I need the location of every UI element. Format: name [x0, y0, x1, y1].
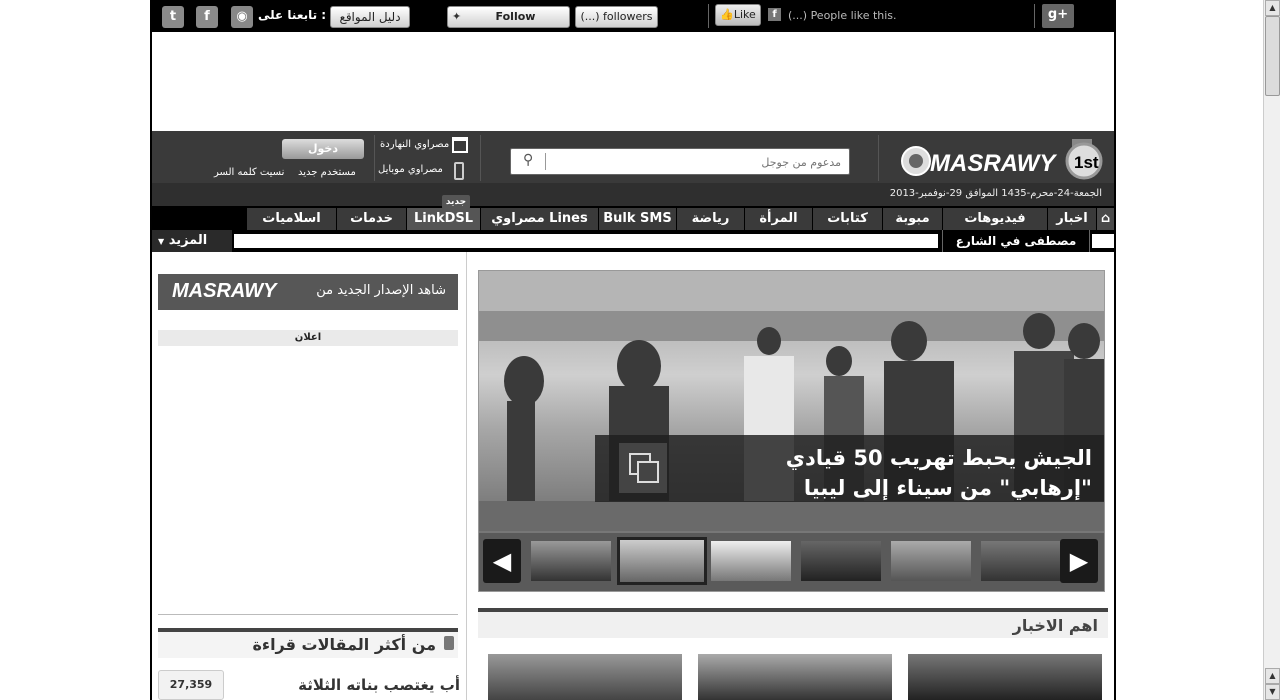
- search-divider: [545, 153, 546, 170]
- award-badge: 1st: [1074, 153, 1099, 172]
- prev-arrow-icon[interactable]: ◀: [483, 539, 521, 583]
- nav-item-linkdsl[interactable]: LinkDSL: [406, 208, 480, 230]
- column-divider: [466, 252, 467, 700]
- forgot-password-link[interactable]: نسيت كلمه السر: [214, 167, 284, 178]
- banner-logo: MASRAWY: [172, 280, 277, 302]
- main-content: MASRAWY شاهد الإصدار الجديد من اعلان من …: [152, 252, 1114, 700]
- facebook-icon[interactable]: f: [196, 6, 218, 28]
- thumbs-up-icon: 👍: [720, 8, 734, 21]
- sub-nav-strip: [234, 234, 938, 248]
- thumbnail[interactable]: [981, 541, 1061, 581]
- new-badge: جديد: [442, 195, 470, 209]
- home-icon[interactable]: ⌂: [1096, 208, 1114, 230]
- rss-icon[interactable]: ◉: [231, 6, 253, 28]
- bird-icon: ✦: [452, 10, 462, 23]
- search-input[interactable]: [551, 153, 841, 171]
- mobile-phone-icon: [454, 162, 464, 180]
- follow-twitter-button[interactable]: ✦ Follow @Masrawy: [447, 6, 570, 43]
- main-nav: ⌂ اخبار فيديوهات مبوبة كتابات المرأة ريا…: [152, 206, 1114, 230]
- featured-photo[interactable]: الجيش يحبط تهريب 50 قيادي "إرهابي" من سي…: [479, 271, 1104, 531]
- site-header: دخول نسيت كلمه السر مستخدم جديد مصراوي ا…: [152, 131, 1114, 206]
- scroll-up-icon[interactable]: ▲: [1265, 668, 1280, 684]
- followers-count: (...) followers: [575, 6, 658, 28]
- next-arrow-icon[interactable]: ▶: [1060, 539, 1098, 583]
- more-label: المزيد: [168, 233, 208, 248]
- masrawy-mobile-link[interactable]: مصراوي موبايل: [378, 164, 443, 175]
- facebook-small-icon: f: [768, 8, 781, 21]
- more-menu-button[interactable]: ▼ المزيد: [152, 230, 232, 252]
- thumbnail[interactable]: [891, 541, 971, 581]
- divider: [1034, 4, 1035, 28]
- page-scrollbar[interactable]: ▲ ▲ ▼: [1263, 0, 1280, 700]
- thumbnail[interactable]: [711, 541, 791, 581]
- scroll-down-icon[interactable]: ▼: [1265, 684, 1280, 700]
- top-bar: t f ◉ تابعنا على : دليل المواقع ✦ Follow…: [152, 0, 1114, 43]
- scroll-up-icon[interactable]: ▲: [1265, 0, 1280, 16]
- like-button[interactable]: 👍Like: [715, 4, 761, 26]
- sub-nav-link[interactable]: مصطفى في الشارع: [942, 230, 1090, 252]
- headline-text: الجيش يحبط تهريب 50 قيادي "إرهابي" من سي…: [785, 446, 1092, 500]
- masrawy-logo[interactable]: MASRAWY 1st: [894, 131, 1114, 189]
- thumbnail[interactable]: [801, 541, 881, 581]
- people-like-text: (...) People like this.: [788, 9, 897, 22]
- gallery-icon[interactable]: [619, 443, 667, 493]
- most-read-header: من أكثر المقالات قراءة: [158, 628, 458, 658]
- nav-item-bulk-sms[interactable]: Bulk SMS: [598, 208, 676, 230]
- like-label: Like: [733, 8, 756, 21]
- page-frame: t f ◉ تابعنا على : دليل المواقع ✦ Follow…: [150, 0, 1116, 700]
- most-read-title: من أكثر المقالات قراءة: [252, 635, 436, 654]
- nav-item-masrawy-lines[interactable]: مصراوي Lines: [480, 208, 598, 230]
- read-count: 27,359: [158, 670, 224, 700]
- divider: [480, 135, 481, 181]
- sites-guide-button[interactable]: دليل المواقع: [330, 6, 410, 28]
- top-news-title: اهم الاخبار: [1012, 616, 1098, 635]
- divider: [374, 135, 375, 181]
- news-thumbnail[interactable]: [698, 654, 892, 700]
- nav-item-sports[interactable]: رياضة: [676, 208, 744, 230]
- masrawy-today-link[interactable]: مصراوي النهاردة: [380, 139, 449, 150]
- nav-item-news[interactable]: اخبار: [1047, 208, 1096, 230]
- google-plus-icon[interactable]: g+: [1042, 4, 1074, 28]
- logo-mark: MASRAWY 1st: [901, 131, 1103, 180]
- thumbnail[interactable]: [531, 541, 611, 581]
- login-label: دخول: [307, 142, 338, 155]
- divider: [878, 135, 879, 181]
- scrollbar-thumb[interactable]: [1265, 16, 1280, 96]
- login-button[interactable]: دخول: [282, 139, 364, 159]
- featured-slider: الجيش يحبط تهريب 50 قيادي "إرهابي" من سي…: [478, 270, 1105, 592]
- nav-item-islamic[interactable]: اسلاميات: [246, 208, 336, 230]
- ads-label: اعلان: [158, 330, 458, 346]
- banner-text: شاهد الإصدار الجديد من: [316, 283, 446, 298]
- top-ad-area: [152, 32, 1114, 131]
- news-thumbnail[interactable]: [488, 654, 682, 700]
- divider: [158, 614, 458, 615]
- calendar-icon: [452, 137, 468, 153]
- nav-item-services[interactable]: خدمات: [336, 208, 406, 230]
- divider: [708, 4, 709, 28]
- sub-nav-strip-end: [1092, 234, 1114, 248]
- thumbnail-active[interactable]: [617, 537, 707, 585]
- sub-nav: ▼ المزيد مصطفى في الشارع: [152, 230, 1114, 252]
- news-thumbnail[interactable]: [908, 654, 1102, 700]
- nav-item-videos[interactable]: فيديوهات: [942, 208, 1047, 230]
- logo-text: MASRAWY: [930, 150, 1057, 177]
- follow-us-label: تابعنا على :: [258, 8, 327, 22]
- nav-item-writings[interactable]: كتابات: [812, 208, 882, 230]
- most-read-article-link[interactable]: أب يغتصب بناته الثلاثة: [232, 676, 460, 694]
- chevron-down-icon: ▼: [158, 237, 165, 246]
- twitter-icon[interactable]: t: [162, 6, 184, 28]
- thumbnail-strip: ◀ ▶: [479, 533, 1104, 591]
- search-icon[interactable]: ⚲: [523, 152, 533, 168]
- header-date: الجمعة-24-محرم-1435 الموافق 29-نوفمبر-20…: [889, 188, 1102, 199]
- nav-item-classifieds[interactable]: مبوبة: [882, 208, 942, 230]
- new-version-banner[interactable]: MASRAWY شاهد الإصدار الجديد من: [158, 274, 458, 310]
- nav-item-women[interactable]: المرأة: [744, 208, 812, 230]
- new-user-link[interactable]: مستخدم جديد: [298, 167, 356, 178]
- mic-icon: [444, 636, 454, 650]
- headline-caption[interactable]: الجيش يحبط تهريب 50 قيادي "إرهابي" من سي…: [595, 435, 1104, 502]
- sub-nav-link-label: مصطفى في الشارع: [955, 234, 1077, 248]
- top-news-header: اهم الاخبار: [478, 608, 1108, 638]
- search-box: ⚲: [510, 148, 850, 175]
